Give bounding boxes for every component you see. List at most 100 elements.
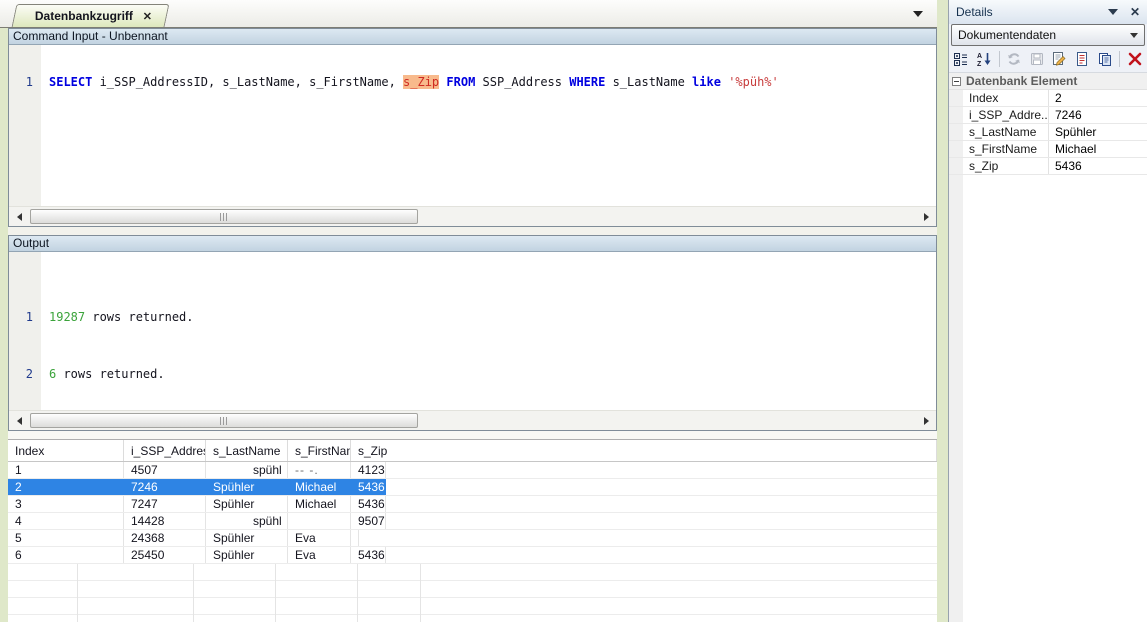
- scroll-right-button[interactable]: [916, 207, 936, 226]
- table-cell[interactable]: 6: [8, 547, 124, 563]
- table-header-row: Indexi_SSP_AddressIDs_LastNames_FirstNam…: [8, 440, 937, 462]
- table-cell[interactable]: Spühler: [206, 530, 288, 546]
- property-value[interactable]: 2: [1049, 90, 1147, 106]
- table-cell[interactable]: 1: [8, 462, 124, 478]
- output-log[interactable]: 119287 rows returned. 26 rows returned. …: [9, 252, 936, 410]
- property-value[interactable]: 5436: [1049, 158, 1147, 174]
- table-cell[interactable]: [288, 513, 351, 529]
- tab-datenbankzugriff[interactable]: Datenbankzugriff ✕: [12, 4, 170, 27]
- table-cell[interactable]: 5436: [351, 479, 386, 495]
- table-cell[interactable]: 9507: [351, 513, 386, 529]
- property-name: s_FirstName: [949, 141, 1049, 157]
- sql-statement[interactable]: SELECT i_SSP_AddressID, s_LastName, s_Fi…: [49, 75, 779, 90]
- horizontal-scrollbar[interactable]: [9, 206, 936, 226]
- delete-icon[interactable]: [1125, 49, 1144, 69]
- scroll-left-button[interactable]: [9, 411, 29, 430]
- table-body: 14507spühl-- -.4123 27246SpühlerMichael5…: [8, 462, 937, 564]
- tab-close-icon[interactable]: ✕: [143, 10, 152, 23]
- table-cell[interactable]: 4: [8, 513, 124, 529]
- document-data-dropdown[interactable]: Dokumentendaten: [951, 24, 1145, 46]
- table-cell[interactable]: Eva: [288, 530, 351, 546]
- edit-icon[interactable]: [1050, 49, 1069, 69]
- copy-icon[interactable]: [1096, 49, 1115, 69]
- table-cell[interactable]: 5: [8, 530, 124, 546]
- command-input-panel: Command Input - Unbennant 1 SELECT i_SSP_…: [8, 28, 937, 227]
- property-name: Index: [949, 90, 1049, 106]
- scrollbar-thumb[interactable]: [30, 413, 418, 428]
- dock-splitter[interactable]: [937, 0, 948, 622]
- save-icon[interactable]: [1027, 49, 1046, 69]
- table-cell[interactable]: 7247: [124, 496, 206, 512]
- table-cell[interactable]: spühl: [206, 462, 288, 478]
- table-cell[interactable]: Spühler: [206, 496, 288, 512]
- category-row[interactable]: Datenbank Element: [949, 73, 1147, 90]
- details-close-icon[interactable]: ✕: [1130, 5, 1140, 19]
- table-row[interactable]: 27246SpühlerMichael5436: [8, 479, 937, 496]
- property-row[interactable]: Index 2: [949, 90, 1147, 107]
- toolbar-separator: [1119, 51, 1120, 67]
- table-cell[interactable]: 5436: [351, 496, 386, 512]
- app-window: Datenbankzugriff ✕ Command Input - Unben…: [0, 0, 1147, 622]
- table-cell[interactable]: 7246: [124, 479, 206, 495]
- table-cell[interactable]: 5436: [351, 547, 386, 563]
- column-header[interactable]: s_FirstName: [288, 440, 351, 461]
- output-panel: Output 119287 rows returned. 26 rows ret…: [8, 235, 937, 431]
- document-icon[interactable]: [1073, 49, 1092, 69]
- column-header[interactable]: s_LastName: [206, 440, 288, 461]
- table-cell[interactable]: spühl: [206, 513, 288, 529]
- property-row[interactable]: s_FirstName Michael: [949, 141, 1147, 158]
- command-input-header: Command Input - Unbennant: [9, 29, 936, 45]
- table-row[interactable]: 414428spühl 9507: [8, 513, 937, 530]
- table-cell[interactable]: -- -.: [288, 462, 351, 478]
- scroll-left-button[interactable]: [9, 207, 29, 226]
- scrollbar-thumb[interactable]: [30, 209, 418, 224]
- table-row[interactable]: 625450SpühlerEva5436: [8, 547, 937, 564]
- property-row[interactable]: i_SSP_Addre... 7246: [949, 107, 1147, 124]
- categorized-icon[interactable]: [952, 49, 971, 69]
- property-value[interactable]: 7246: [1049, 107, 1147, 123]
- table-cell[interactable]: Michael: [288, 496, 351, 512]
- property-row[interactable]: s_Zip 5436: [949, 158, 1147, 175]
- panel-splitter[interactable]: [8, 227, 937, 235]
- table-cell[interactable]: Michael: [288, 479, 351, 495]
- sql-editor[interactable]: 1 SELECT i_SSP_AddressID, s_LastName, s_F…: [9, 45, 936, 206]
- toolbar-separator: [999, 51, 1000, 67]
- dropdown-chevron-down-icon: [1130, 33, 1138, 38]
- refresh-icon[interactable]: [1004, 49, 1023, 69]
- table-cell[interactable]: 3: [8, 496, 124, 512]
- table-cell[interactable]: [351, 530, 359, 546]
- column-header[interactable]: s_Zip: [351, 440, 929, 461]
- table-cell[interactable]: Spühler: [206, 547, 288, 563]
- table-cell[interactable]: Spühler: [206, 479, 288, 495]
- tab-overflow-chevron-down-icon[interactable]: [913, 11, 923, 17]
- panel-splitter[interactable]: [8, 431, 937, 439]
- details-panel: Details ✕ Dokumentendaten AZ: [948, 0, 1147, 622]
- collapse-minus-icon[interactable]: [952, 77, 961, 86]
- property-value[interactable]: Spühler: [1049, 124, 1147, 140]
- tab-strip: Datenbankzugriff ✕: [0, 0, 937, 28]
- horizontal-scrollbar[interactable]: [9, 410, 936, 430]
- svg-text:A: A: [977, 53, 982, 60]
- property-value[interactable]: Michael: [1049, 141, 1147, 157]
- column-header[interactable]: i_SSP_AddressID: [124, 440, 206, 461]
- column-header[interactable]: [929, 440, 937, 461]
- sort-alphabetical-icon[interactable]: AZ: [975, 49, 994, 69]
- window-position-chevron-down-icon[interactable]: [1108, 9, 1118, 15]
- table-cell[interactable]: 4123: [351, 462, 386, 478]
- table-cell[interactable]: 14428: [124, 513, 206, 529]
- property-name: s_Zip: [949, 158, 1049, 174]
- dropdown-value: Dokumentendaten: [958, 28, 1130, 42]
- table-cell[interactable]: 24368: [124, 530, 206, 546]
- table-cell[interactable]: 2: [8, 479, 124, 495]
- table-row[interactable]: 37247SpühlerMichael5436: [8, 496, 937, 513]
- line-number: 1: [9, 75, 33, 90]
- property-row[interactable]: s_LastName Spühler: [949, 124, 1147, 141]
- table-cell[interactable]: 25450: [124, 547, 206, 563]
- scroll-right-button[interactable]: [916, 411, 936, 430]
- table-cell[interactable]: 4507: [124, 462, 206, 478]
- table-row[interactable]: 14507spühl-- -.4123: [8, 462, 937, 479]
- column-header[interactable]: Index: [8, 440, 124, 461]
- table-cell[interactable]: Eva: [288, 547, 351, 563]
- grip-icon: [220, 213, 228, 221]
- table-row[interactable]: 524368SpühlerEva: [8, 530, 937, 547]
